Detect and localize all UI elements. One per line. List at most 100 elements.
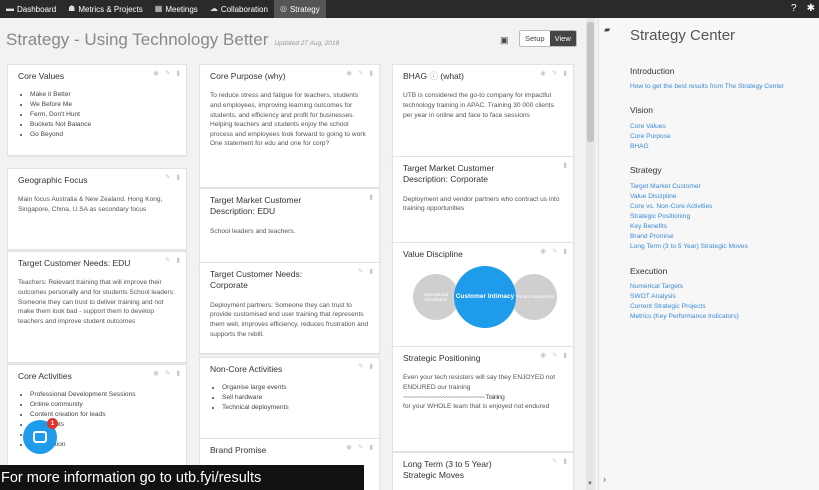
trash-icon[interactable]: ▮ (176, 370, 180, 378)
edit-icon[interactable]: ✎ (552, 458, 557, 466)
scrollbar-thumb[interactable] (587, 22, 594, 142)
section-execution: Execution (630, 266, 668, 276)
scroll-down-arrow-icon[interactable]: ▼ (587, 481, 593, 487)
link-core-values[interactable]: Core Values (630, 123, 666, 130)
trash-icon[interactable]: ▮ (176, 257, 180, 265)
link-numerical-targets[interactable]: Numerical Targets (630, 283, 683, 290)
nav-meetings-label: Meetings (165, 4, 198, 14)
trash-icon[interactable]: ▮ (176, 174, 180, 182)
card-title: Target Market Customer Description: Corp… (403, 163, 495, 185)
positioning-line: ~~~~~~~~~~~~~~~~~~~~~~~~~ Training (403, 393, 505, 401)
help-icon[interactable]: ? (791, 4, 797, 14)
trash-icon[interactable]: ▮ (369, 194, 373, 202)
trash-icon[interactable]: ▮ (563, 352, 567, 360)
eye-icon[interactable]: ◉ (346, 70, 352, 78)
edit-icon[interactable]: ✎ (165, 70, 170, 78)
bhag-title: BHAG (403, 71, 428, 81)
list-item: We Before Me (30, 100, 176, 110)
list-item: Technical deployments (222, 403, 369, 413)
link-strategic-positioning[interactable]: Strategic Positioning (630, 213, 690, 220)
nav-metrics-projects[interactable]: ☗ Metrics & Projects (62, 0, 149, 18)
chat-launcher-button[interactable]: 1 (23, 418, 58, 454)
chat-icon (33, 431, 47, 443)
card-strategic-positioning[interactable]: Strategic Positioning ◉ ✎ ▮ Even your tech… (392, 346, 574, 452)
eye-icon[interactable]: ◉ (540, 70, 546, 78)
link-intro[interactable]: How to get the best results from The Str… (630, 83, 784, 90)
list-item: Go Beyond (30, 130, 176, 140)
edit-icon[interactable]: ✎ (358, 70, 363, 78)
info-icon[interactable]: ⓘ (429, 71, 438, 81)
edit-icon[interactable]: ✎ (165, 174, 170, 182)
trash-icon[interactable]: ▮ (563, 70, 567, 78)
operational-excellence-circle: Operational Excellence (413, 274, 459, 320)
edit-icon[interactable]: ✎ (165, 370, 170, 378)
notification-badge: 1 (47, 418, 58, 429)
link-swot[interactable]: SWOT Analysis (630, 293, 676, 300)
card-target-desc-corp[interactable]: Target Market Customer Description: Corp… (392, 156, 574, 248)
card-long-term-moves[interactable]: Long Term (3 to 5 Year) Strategic Moves … (392, 452, 574, 490)
nav-strategy-label: Strategy (289, 4, 320, 14)
link-current-projects[interactable]: Current Strategic Projects (630, 303, 706, 310)
print-icon[interactable]: ▣ (500, 35, 509, 46)
edit-icon[interactable]: ✎ (358, 363, 363, 371)
edit-icon[interactable]: ✎ (165, 257, 170, 265)
bhag-title-suffix: (what) (440, 71, 464, 81)
section-introduction: Introduction (630, 66, 675, 76)
edit-icon[interactable]: ✎ (358, 268, 363, 276)
target-icon: ◎ (279, 4, 287, 13)
link-value-discipline[interactable]: Value Discipline (630, 193, 676, 200)
list-item: Online community (30, 400, 176, 410)
eye-icon[interactable]: ◉ (153, 370, 159, 378)
edit-icon[interactable]: ✎ (552, 248, 557, 256)
link-brand-promise[interactable]: Brand Promise (630, 233, 674, 240)
eye-icon[interactable]: ◉ (540, 248, 546, 256)
trash-icon[interactable]: ▮ (369, 363, 373, 371)
card-target-desc-edu[interactable]: Target Market Customer Description: EDU … (199, 188, 380, 268)
link-core-vs-non-core[interactable]: Core vs. Non-Core Activities (630, 203, 712, 210)
card-body: Deployment and vendor partners who contr… (403, 195, 560, 213)
trash-icon[interactable]: ▮ (563, 458, 567, 466)
link-metrics[interactable]: Metrics (Key Performance Indicators) (630, 313, 739, 320)
card-target-needs-edu[interactable]: Target Customer Needs: EDU ✎ ▮ Teachers: … (7, 251, 187, 363)
pin-icon[interactable]: ▰ (604, 25, 610, 34)
link-key-benefits[interactable]: Key Benefits (630, 223, 667, 230)
card-core-activities[interactable]: Core Activities ◉ ✎ ▮ Professional Develop… (7, 364, 187, 474)
main-scrollbar[interactable]: ▼ (586, 18, 595, 490)
trash-icon[interactable]: ▮ (563, 248, 567, 256)
link-target-market[interactable]: Target Market Customer (630, 183, 701, 190)
card-geographic-focus[interactable]: Geographic Focus ✎ ▮ Main focus Australia… (7, 168, 187, 250)
card-core-purpose[interactable]: Core Purpose (why) ◉ ✎ ▮ To reduce stress … (199, 64, 380, 188)
collapse-arrow-icon[interactable]: › (603, 474, 606, 484)
page-header: Strategy - Using Technology Better Updat… (6, 30, 339, 50)
link-bhag[interactable]: BHAG (630, 143, 649, 150)
nav-meetings[interactable]: ▦ Meetings (149, 0, 204, 18)
nav-collaboration[interactable]: ☁ Collaboration (204, 0, 274, 18)
link-core-purpose[interactable]: Core Purpose (630, 133, 671, 140)
nav-strategy[interactable]: ◎ Strategy (273, 0, 326, 18)
card-title: Geographic Focus (18, 175, 88, 185)
edit-icon[interactable]: ✎ (552, 352, 557, 360)
settings-gear-icon[interactable]: ✱ (807, 4, 815, 14)
card-value-discipline[interactable]: Value Discipline ◉ ✎ ▮ Operational Excelle… (392, 242, 574, 354)
setup-button[interactable]: Setup (520, 31, 550, 46)
card-target-needs-corp[interactable]: Target Customer Needs: Corporate ✎ ▮ Depl… (199, 262, 380, 354)
card-bhag[interactable]: BHAG ⓘ (what) ◉ ✎ ▮ UTB is considered the … (392, 64, 574, 162)
trash-icon[interactable]: ▮ (369, 70, 373, 78)
eye-icon[interactable]: ◉ (153, 70, 159, 78)
trash-icon[interactable]: ▮ (369, 444, 373, 452)
view-button[interactable]: View (549, 31, 576, 46)
eye-icon[interactable]: ◉ (346, 444, 352, 452)
product-leadership-circle: Product Leadership (511, 274, 557, 320)
trash-icon[interactable]: ▮ (369, 268, 373, 276)
edit-icon[interactable]: ✎ (358, 444, 363, 452)
card-body: Even your tech resisters will say they E… (403, 373, 563, 411)
trash-icon[interactable]: ▮ (563, 162, 567, 170)
nav-dashboard[interactable]: ▬ Dashboard (0, 0, 62, 18)
eye-icon[interactable]: ◉ (540, 352, 546, 360)
trash-icon[interactable]: ▮ (176, 70, 180, 78)
link-long-term[interactable]: Long Term (3 to 5 Year) Strategic Moves (630, 243, 748, 250)
card-non-core-activities[interactable]: Non-Core Activities ✎ ▮ Organise large ev… (199, 357, 380, 439)
edit-icon[interactable]: ✎ (552, 70, 557, 78)
card-core-values[interactable]: Core Values ◉ ✎ ▮ Make it Better We Before… (7, 64, 187, 156)
card-title: Brand Promise (210, 445, 267, 455)
